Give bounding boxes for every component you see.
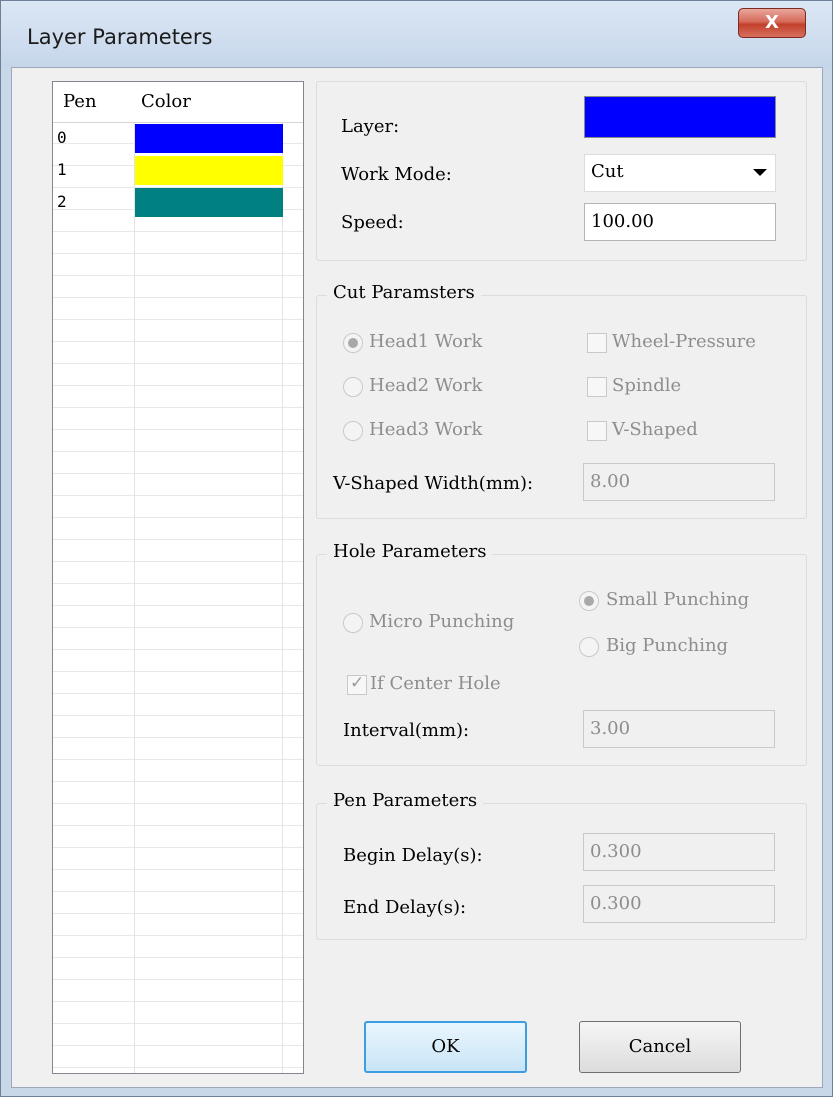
close-button[interactable]: X <box>738 8 806 38</box>
micro-punching-label: Micro Punching <box>369 611 515 632</box>
small-punching-radio[interactable] <box>579 591 599 611</box>
end-delay-input[interactable]: 0.300 <box>583 885 775 923</box>
pen-color-table[interactable]: Pen Color 0 1 2 <box>52 81 304 1074</box>
color-swatch[interactable] <box>135 156 283 185</box>
micro-punching-radio[interactable] <box>343 613 363 633</box>
work-mode-label: Work Mode: <box>341 164 452 185</box>
begin-delay-input[interactable]: 0.300 <box>583 833 775 871</box>
window-title: Layer Parameters <box>27 25 213 49</box>
cancel-button[interactable]: Cancel <box>579 1021 741 1073</box>
speed-label: Speed: <box>341 212 404 233</box>
title-bar[interactable]: Layer Parameters X <box>1 1 832 67</box>
speed-input[interactable]: 100.00 <box>584 203 776 241</box>
pen-parameters-title: Pen Parameters <box>327 790 484 811</box>
column-divider <box>134 82 135 1073</box>
v-shaped-width-label: V-Shaped Width(mm): <box>333 473 534 494</box>
interval-label: Interval(mm): <box>343 720 470 741</box>
small-punching-label: Small Punching <box>606 589 750 610</box>
head3-label: Head3 Work <box>369 419 483 440</box>
dialog-body: Pen Color 0 1 2 Layer: Work Mode: Cut Sp… <box>11 67 823 1088</box>
color-swatch[interactable] <box>135 124 283 153</box>
wheel-pressure-checkbox[interactable] <box>587 333 607 353</box>
big-punching-radio[interactable] <box>579 637 599 657</box>
cut-parameters-group: Cut Paramsters Head1 Work Head2 Work Hea… <box>316 282 807 519</box>
pen-id: 0 <box>57 128 67 147</box>
hole-parameters-group: Hole Parameters Micro Punching Small Pun… <box>316 541 807 766</box>
spindle-label: Spindle <box>612 375 682 396</box>
begin-delay-label: Begin Delay(s): <box>343 845 483 866</box>
dropdown-arrow-icon <box>753 169 767 176</box>
ok-button[interactable]: OK <box>364 1021 527 1073</box>
v-shaped-checkbox[interactable] <box>587 421 607 441</box>
hole-parameters-title: Hole Parameters <box>327 541 493 562</box>
center-hole-label: If Center Hole <box>370 673 501 694</box>
work-mode-select[interactable]: Cut <box>584 154 776 192</box>
end-delay-label: End Delay(s): <box>343 897 467 918</box>
header-color: Color <box>141 91 191 112</box>
table-row[interactable]: 0 <box>53 124 303 153</box>
pen-id: 2 <box>57 192 67 211</box>
layer-color-button[interactable] <box>584 96 776 138</box>
head1-label: Head1 Work <box>369 331 483 352</box>
wheel-pressure-label: Wheel-Pressure <box>612 331 756 352</box>
color-swatch[interactable] <box>135 188 283 217</box>
big-punching-label: Big Punching <box>606 635 729 656</box>
pen-id: 1 <box>57 160 67 179</box>
v-shaped-width-input[interactable]: 8.00 <box>583 463 775 501</box>
layer-parameters-dialog: Layer Parameters X Pen Color 0 1 2 Layer… <box>0 0 833 1097</box>
head1-radio[interactable] <box>343 333 363 353</box>
center-hole-checkbox[interactable] <box>347 673 367 695</box>
head3-radio[interactable] <box>343 421 363 441</box>
v-shaped-label: V-Shaped <box>612 419 698 440</box>
spindle-checkbox[interactable] <box>587 377 607 397</box>
table-row[interactable]: 1 <box>53 156 303 185</box>
column-divider <box>282 82 283 1073</box>
pen-parameters-group: Pen Parameters Begin Delay(s): 0.300 End… <box>316 790 807 940</box>
head2-radio[interactable] <box>343 377 363 397</box>
layer-label: Layer: <box>341 116 400 137</box>
head2-label: Head2 Work <box>369 375 483 396</box>
interval-input[interactable]: 3.00 <box>583 710 775 748</box>
cut-parameters-title: Cut Paramsters <box>327 282 481 303</box>
layer-section: Layer: Work Mode: Cut Speed: 100.00 <box>316 81 807 261</box>
work-mode-value: Cut <box>591 161 624 182</box>
table-header: Pen Color <box>53 82 303 123</box>
table-grid <box>53 122 303 1073</box>
table-row[interactable]: 2 <box>53 188 303 217</box>
header-pen: Pen <box>63 91 97 112</box>
